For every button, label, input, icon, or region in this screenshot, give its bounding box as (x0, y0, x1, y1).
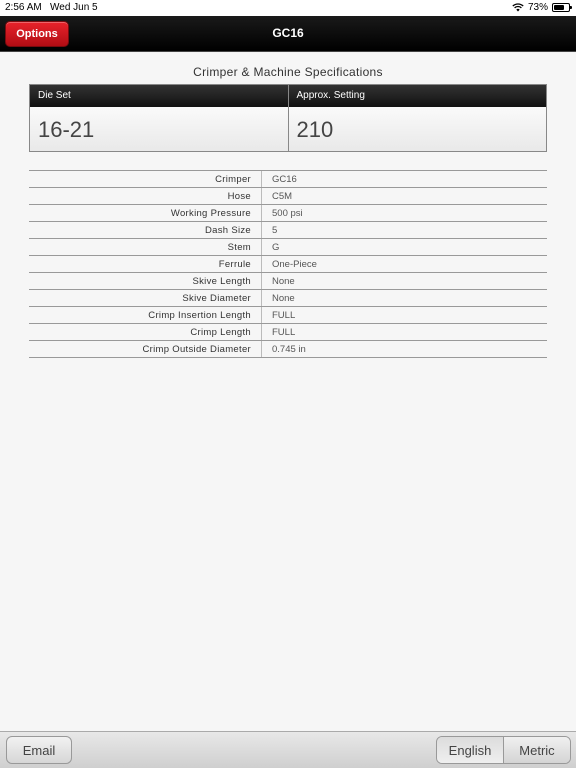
row-value: G (272, 242, 280, 253)
battery-icon (552, 3, 572, 12)
row-label: Crimp Length (29, 324, 262, 340)
table-row: Ferrule One-Piece (29, 256, 547, 273)
status-time: 2:56 AM (5, 2, 42, 13)
setting-value: 210 (288, 107, 546, 151)
row-label: Working Pressure (29, 205, 262, 221)
row-value: FULL (272, 310, 296, 321)
details-table: Crimper GC16 Hose C5M Working Pressure 500 … (29, 170, 547, 358)
bottom-toolbar: Email English Metric (0, 731, 576, 768)
die-set-header: Die Set (30, 85, 288, 107)
section-title: Crimper & Machine Specifications (193, 65, 383, 79)
table-row: Skive Diameter None (29, 290, 547, 307)
row-label: Skive Diameter (29, 290, 262, 306)
table-row: Crimp Length FULL (29, 324, 547, 341)
battery-fill (554, 5, 565, 10)
table-row: Working Pressure 500 psi (29, 205, 547, 222)
table-row: Crimp Outside Diameter 0.745 in (29, 341, 547, 358)
setting-header: Approx. Setting (288, 85, 546, 107)
email-button[interactable]: Email (6, 736, 72, 764)
page-title: GC16 (272, 26, 304, 40)
table-row: Hose C5M (29, 188, 547, 205)
row-value: None (272, 276, 295, 287)
row-value: GC16 (272, 174, 297, 185)
spec-summary: Die Set 16-21 Approx. Setting 210 (29, 84, 547, 152)
table-row: Crimp Insertion Length FULL (29, 307, 547, 324)
row-label: Crimper (29, 171, 262, 187)
row-label: Hose (29, 188, 262, 204)
die-set-column: Die Set 16-21 (30, 85, 288, 151)
status-bar: 2:56 AM Wed Jun 5 73% (0, 0, 576, 16)
row-value: 5 (272, 225, 278, 236)
die-set-value: 16-21 (30, 107, 288, 151)
english-unit-button[interactable]: English (437, 737, 503, 763)
row-value: FULL (272, 327, 296, 338)
table-row: Crimper GC16 (29, 171, 547, 188)
setting-column: Approx. Setting 210 (287, 85, 546, 151)
row-label: Ferrule (29, 256, 262, 272)
row-value: 500 psi (272, 208, 303, 219)
nav-bar: Options GC16 (0, 16, 576, 52)
row-label: Stem (29, 239, 262, 255)
table-row: Skive Length None (29, 273, 547, 290)
battery-percent: 73% (527, 2, 548, 13)
metric-unit-button[interactable]: Metric (503, 737, 570, 763)
row-value: One-Piece (272, 259, 317, 270)
table-row: Stem G (29, 239, 547, 256)
table-row: Dash Size 5 (29, 222, 547, 239)
status-right: 73% (512, 2, 572, 13)
status-date: Wed Jun 5 (50, 2, 98, 13)
unit-toggle: English Metric (436, 736, 571, 764)
row-value: None (272, 293, 295, 304)
wifi-icon (512, 3, 524, 12)
content-area: Crimper & Machine Specifications Die Set… (0, 53, 576, 731)
row-label: Crimp Outside Diameter (29, 341, 262, 357)
row-label: Dash Size (29, 222, 262, 238)
row-value: C5M (272, 191, 293, 202)
row-label: Crimp Insertion Length (29, 307, 262, 323)
row-value: 0.745 in (272, 344, 306, 355)
row-label: Skive Length (29, 273, 262, 289)
